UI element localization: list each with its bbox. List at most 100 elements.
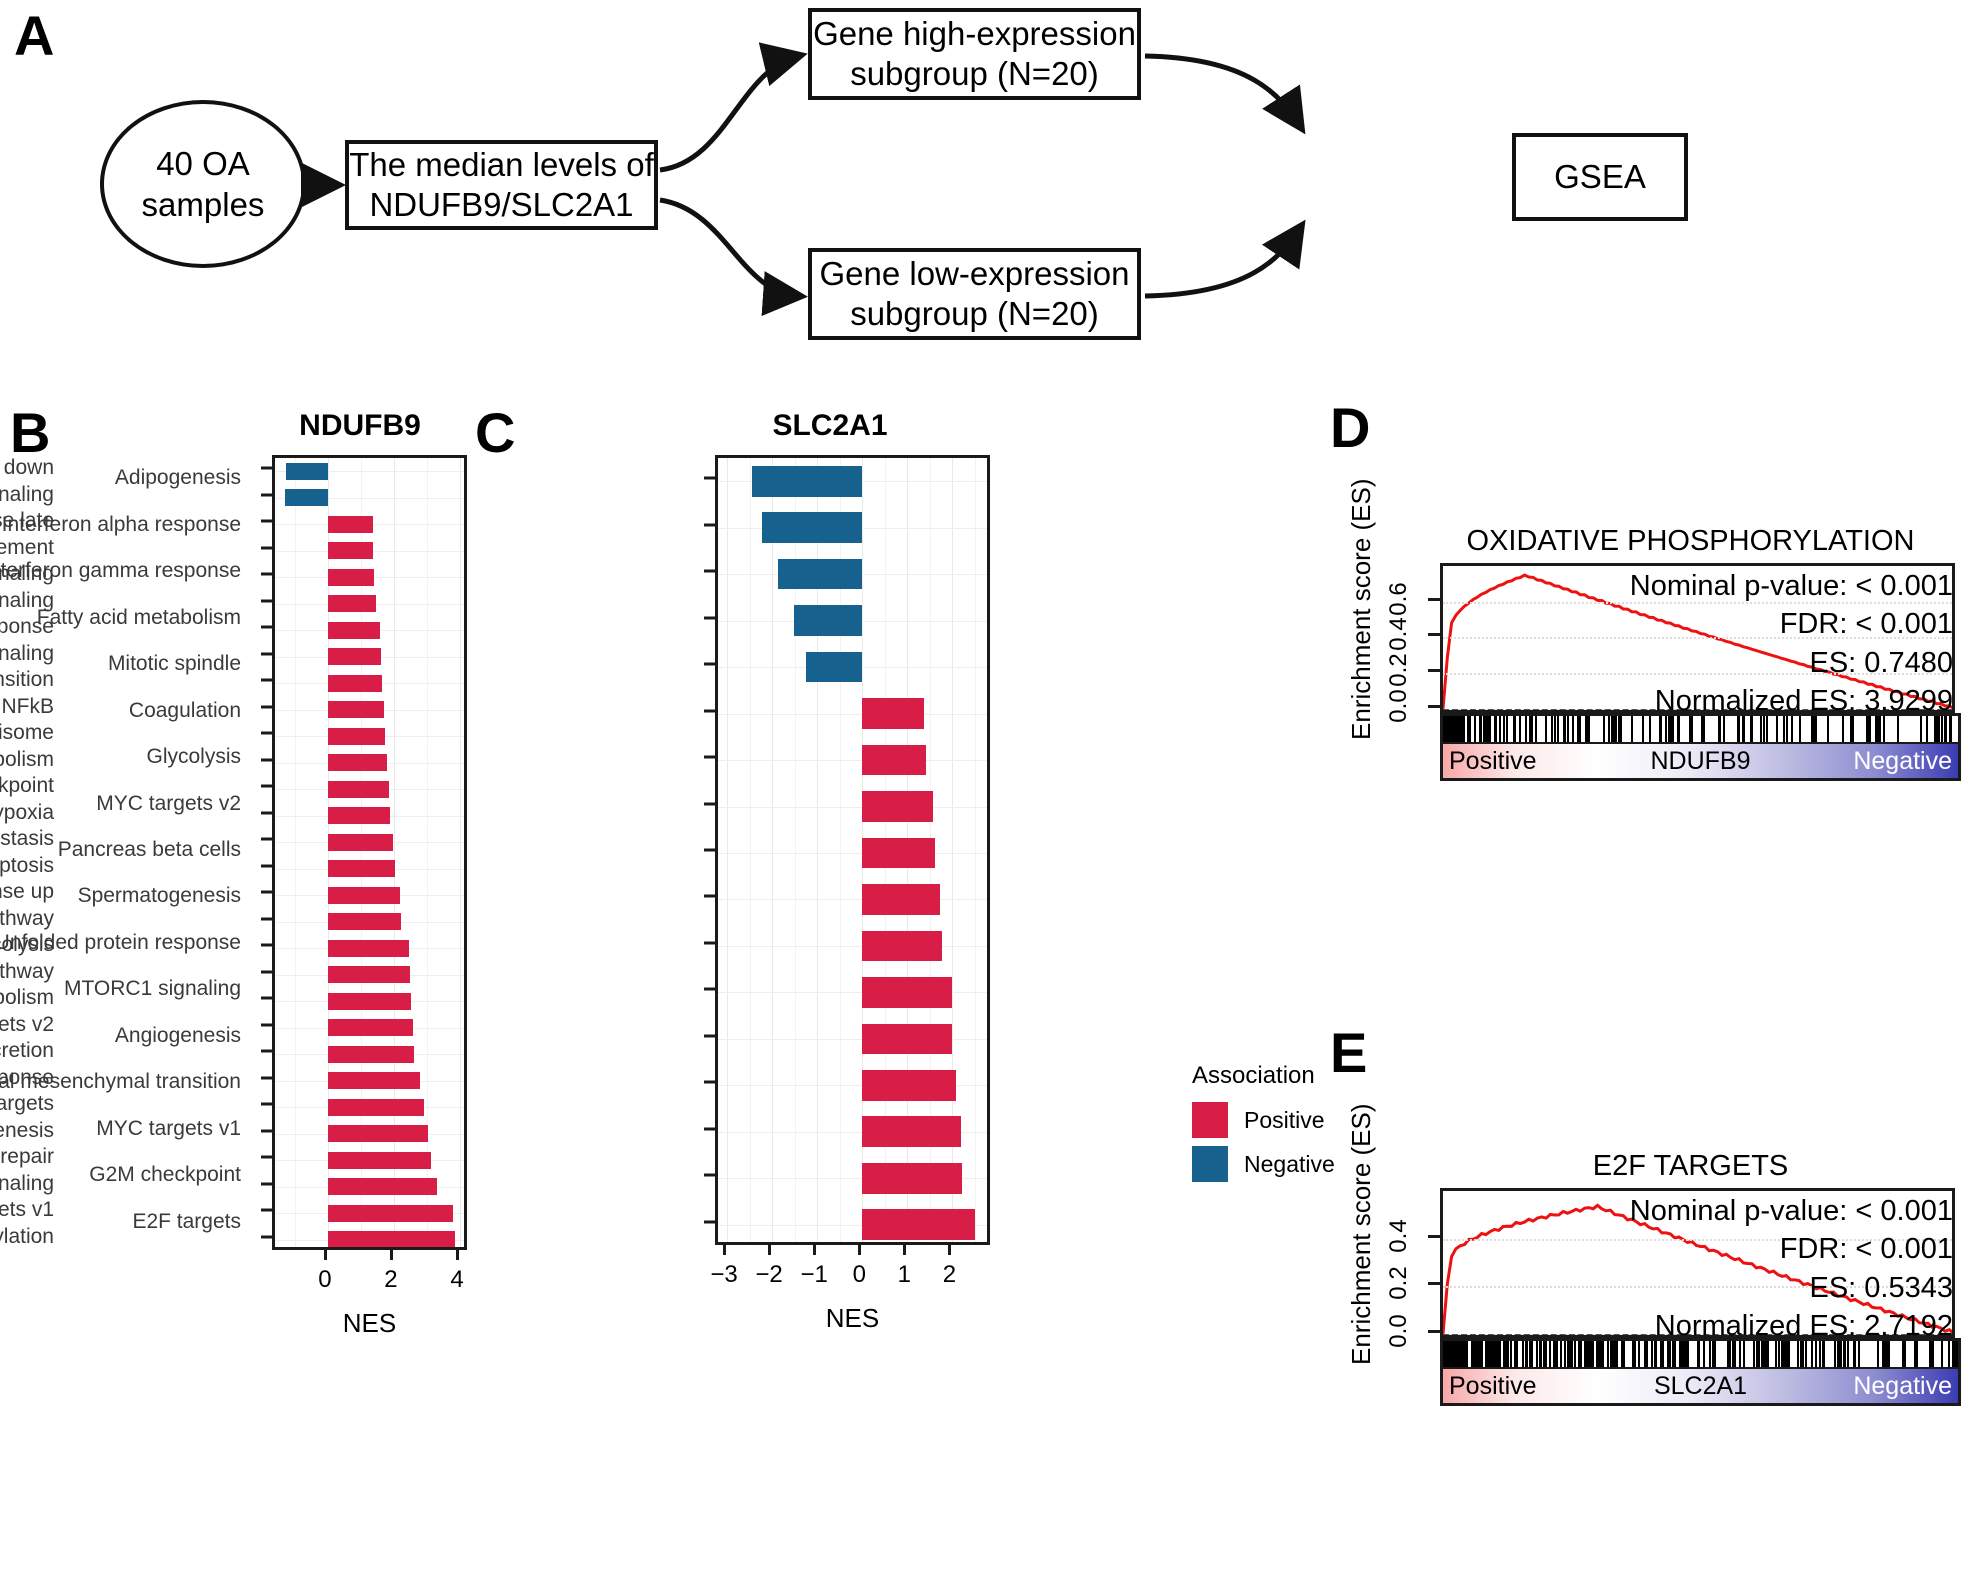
gsea-stat-line: FDR: < 0.001 (1483, 1230, 1953, 1268)
category-label: TNFa signaling via NFkB (0, 695, 54, 719)
gene-hit-tick (1449, 716, 1451, 744)
gene-hit-tick (1660, 716, 1662, 744)
bar-positive (328, 701, 384, 718)
bar-positive (328, 516, 373, 533)
bar-positive (862, 884, 940, 915)
gene-hit-tick (1460, 716, 1462, 744)
gene-hit-tick (1616, 1341, 1618, 1369)
axis-tick (261, 917, 272, 920)
category-label: E2F targets (132, 1210, 241, 1234)
bar-positive (328, 860, 395, 877)
bar-negative (285, 489, 328, 506)
gene-hit-tick (1844, 1341, 1846, 1369)
gene-hit-tick (1474, 716, 1476, 744)
y-axis-tick (1428, 1330, 1440, 1333)
category-label: Coagulation (129, 699, 241, 723)
gene-hit-tick (1760, 716, 1762, 744)
gene-hit-tick (1507, 1341, 1509, 1369)
gene-hit-tick (1691, 716, 1693, 744)
gene-hit-tick (1646, 1341, 1648, 1369)
category-label: Fatty acid metabolism (0, 986, 54, 1010)
bar-positive (328, 648, 381, 665)
gene-hit-tick (1551, 716, 1553, 744)
gene-hit-tick (1932, 1341, 1934, 1369)
gene-hit-tick (1941, 716, 1943, 744)
axis-tick (261, 467, 272, 470)
gene-hit-tick (1554, 716, 1556, 744)
gene-hit-tick (1536, 1341, 1538, 1369)
gene-hit-tick (1936, 716, 1938, 744)
category-label: Epithelial mesenchymal transition (0, 1070, 241, 1094)
gene-hit-tick (1578, 1341, 1580, 1369)
panel-e-gene-label: SLC2A1 (1654, 1369, 1747, 1403)
axis-tick (704, 988, 715, 991)
axis-tick (261, 785, 272, 788)
gene-hit-tick (1607, 1341, 1609, 1369)
panel-d-positive-label: Positive (1449, 744, 1537, 778)
category-label: MTORC1 signaling (0, 1172, 54, 1196)
x-axis-tick-label: 0 (853, 1261, 866, 1289)
panel-d-statistics: Nominal p-value: < 0.001 FDR: < 0.001 ES: … (1483, 567, 1953, 720)
axis-tick (261, 1235, 272, 1238)
flow-node-low-label: Gene low-expression subgroup (N=20) (820, 254, 1130, 335)
gridline-row (718, 807, 987, 808)
arrow-median-to-low (660, 200, 798, 296)
gene-hit-tick (1783, 716, 1785, 744)
gene-hit-tick (1481, 1341, 1483, 1369)
bar-positive (862, 977, 951, 1008)
panel-e-statistics: Nominal p-value: < 0.001 FDR: < 0.001 ES: … (1483, 1192, 1953, 1345)
gene-hit-tick (1764, 1341, 1766, 1369)
category-label: DNA repair (0, 1145, 54, 1169)
category-label: Hedgehog signaling (0, 483, 54, 507)
gene-hit-tick (1519, 716, 1521, 744)
gene-hit-tick (1888, 1341, 1890, 1369)
gene-hit-tick (1729, 1341, 1731, 1369)
category-label: Angiogenesis (115, 1024, 241, 1048)
gsea-stat-line: FDR: < 0.001 (1483, 605, 1953, 643)
axis-tick (704, 849, 715, 852)
gene-hit-tick (1732, 1341, 1734, 1369)
gene-hit-tick (1564, 716, 1566, 744)
gene-hit-tick (1944, 716, 1946, 744)
gene-hit-tick (1531, 716, 1533, 744)
gene-hit-tick (1766, 716, 1768, 744)
gene-hit-tick (1787, 1341, 1789, 1369)
bar-positive (328, 781, 389, 798)
y-axis-tick-label: 0.4 (1385, 1211, 1413, 1261)
bar-positive (328, 542, 374, 559)
gene-hit-tick (1483, 716, 1485, 744)
gene-hit-tick (1608, 716, 1610, 744)
flow-node-gsea: GSEA (1512, 133, 1688, 221)
gene-hit-tick (1679, 1341, 1681, 1369)
gene-hit-tick (1574, 1341, 1576, 1369)
category-label: MYC targets v2 (0, 1013, 54, 1037)
gene-hit-tick (1480, 716, 1482, 744)
gene-hit-tick (1567, 716, 1569, 744)
bar-positive (328, 1019, 413, 1036)
panel-d-rank-gradient: Positive NDUFB9 Negative (1443, 742, 1958, 778)
bar-positive (328, 754, 387, 771)
gene-hit-tick (1525, 716, 1527, 744)
bar-positive (328, 1072, 420, 1089)
gridline-minor (750, 458, 751, 1242)
gene-hit-tick (1854, 1341, 1856, 1369)
gene-hit-tick (1714, 1341, 1716, 1369)
category-label: Reactive oxygen species pathway (0, 960, 54, 984)
panel-d-y-axis-label: Enrichment score (ES) (1346, 478, 1377, 740)
category-label: Heme metabolism (0, 748, 54, 772)
y-axis-tick (1428, 598, 1440, 601)
gene-hit-tick (1665, 716, 1667, 744)
gene-hit-tick (1929, 1341, 1931, 1369)
gene-hit-tick (1742, 716, 1744, 744)
gene-hit-tick (1914, 1341, 1916, 1369)
x-axis-tick (903, 1245, 906, 1255)
gene-hit-tick (1750, 716, 1752, 744)
gene-hit-tick (1837, 1341, 1839, 1369)
gene-hit-tick (1623, 1341, 1625, 1369)
bar-positive (328, 1205, 454, 1222)
gene-hit-tick (1556, 1341, 1558, 1369)
category-label: Peroxisome (0, 721, 54, 745)
y-axis-tick-label: 0.2 (1385, 1258, 1413, 1308)
axis-tick (261, 1103, 272, 1106)
gene-hit-tick (1514, 716, 1516, 744)
